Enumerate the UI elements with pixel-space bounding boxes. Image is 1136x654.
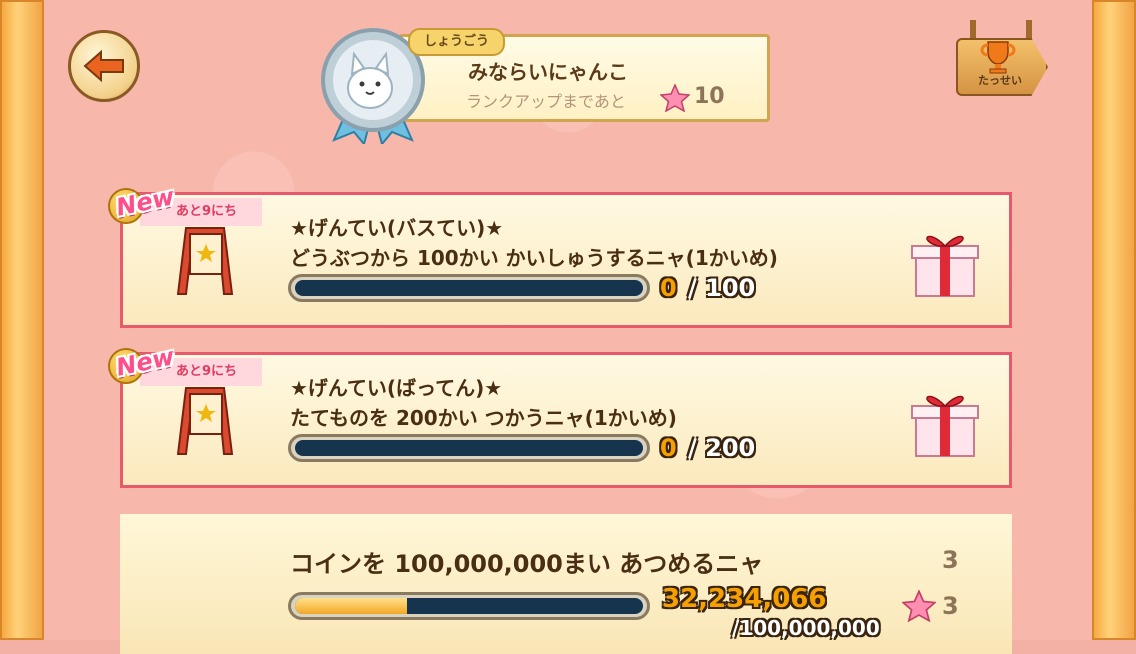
rank-title: みならいにゃんこ (468, 60, 628, 84)
mission-title: コインを 100,000,000まい あつめるニャ (290, 550, 764, 578)
progress-track (295, 280, 643, 296)
reward-star-count: 3 (942, 592, 959, 620)
trophy-label: たっせい (978, 74, 1022, 87)
rank-tag: しょうごう (408, 28, 506, 56)
pink-star-icon (902, 590, 936, 622)
progress-fill (295, 598, 408, 614)
pink-star-icon (660, 84, 690, 112)
mission-progress-bar (288, 274, 650, 302)
back-button[interactable] (68, 30, 140, 102)
progress-track (295, 598, 643, 614)
mission-title: ★げんてい(バスてい)★ (290, 216, 504, 240)
left-frame (0, 0, 44, 640)
progress-total: / 100 (688, 274, 756, 302)
mission-title: ★げんてい(ばってん)★ (290, 376, 503, 400)
mission-progress-bar (288, 434, 650, 462)
mission-level: 3 (942, 546, 959, 574)
progress-current: 0 (660, 274, 677, 302)
progress-track (295, 440, 643, 456)
trophy-icon (980, 41, 1016, 74)
mission-description: たてものを 200かい つかうニャ(1かいめ) (290, 406, 677, 430)
rank-up-remaining-label: ランクアップまであと (466, 92, 626, 111)
easel-sign-icon (176, 227, 234, 295)
mission-progress-bar (288, 592, 650, 620)
gift-box-icon[interactable] (908, 386, 982, 460)
right-frame (1092, 0, 1136, 640)
progress-total: / 200 (688, 434, 756, 462)
progress-total: /100,000,000 (732, 616, 880, 640)
progress-current: 0 (660, 434, 677, 462)
progress-current: 32,234,066 (662, 584, 827, 614)
mission-description: どうぶつから 100かい かいしゅうするニャ(1かいめ) (290, 246, 778, 270)
achievements-button[interactable]: たっせい (956, 20, 1056, 96)
easel-sign-icon (176, 387, 234, 455)
gift-box-icon[interactable] (908, 226, 982, 300)
back-arrow-icon (83, 49, 124, 83)
rank-up-remaining-count: 10 (694, 84, 725, 109)
